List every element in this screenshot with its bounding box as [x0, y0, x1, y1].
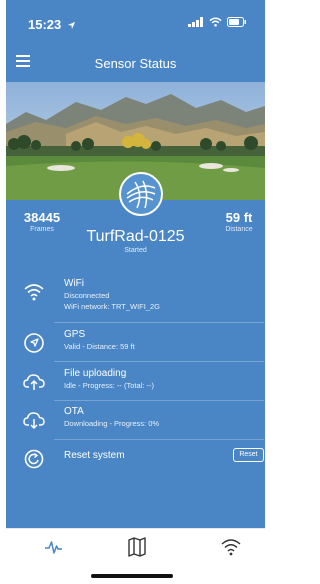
wifi-title: WiFi — [64, 278, 84, 289]
reset-system-row: Reset system Reset — [16, 445, 264, 471]
reset-system-title: Reset system — [64, 450, 125, 461]
file-uploading-row-text: File uploading Idle - Progress: -- (Tota… — [64, 368, 154, 391]
frames-value: 38445 — [23, 210, 61, 225]
ota-row[interactable]: OTA Downloading - Progress: 0% — [16, 406, 264, 432]
status-bar: 15:23 — [6, 0, 265, 46]
wifi-icon — [24, 284, 44, 301]
cloud-upload-icon — [23, 374, 45, 390]
wifi-tab-icon[interactable] — [219, 537, 243, 557]
divider — [54, 400, 264, 401]
distance-value: 59 ft — [225, 210, 253, 225]
gps-status: Valid - Distance: 59 ft — [64, 342, 135, 351]
ota-status: Downloading - Progress: 0% — [64, 419, 160, 428]
divider — [54, 439, 264, 440]
gps-title: GPS — [64, 329, 86, 340]
gps-row[interactable]: GPS Valid - Distance: 59 ft — [16, 329, 264, 355]
activity-icon[interactable] — [44, 537, 68, 557]
page-title: Sensor Status — [94, 56, 177, 71]
ota-row-text: OTA Downloading - Progress: 0% — [64, 406, 159, 429]
file-uploading-status: Idle - Progress: -- (Total: --) — [64, 381, 155, 390]
battery-icon — [227, 17, 246, 27]
ota-title: OTA — [64, 406, 84, 417]
navigation-bar: Sensor Status — [6, 46, 265, 82]
wifi-row-text: WiFi Disconnected WiFi network: TRT_WIFI… — [64, 278, 160, 312]
navigation-icon — [24, 333, 44, 353]
file-uploading-title: File uploading — [64, 368, 127, 379]
location-arrow-icon — [67, 21, 75, 30]
map-icon[interactable] — [125, 537, 149, 557]
wifi-network: WiFi network: TRT_WIFI_2G — [64, 302, 160, 311]
gps-row-text: GPS Valid - Distance: 59 ft — [64, 329, 135, 352]
restart-icon — [24, 449, 44, 469]
cellular-signal-icon — [188, 17, 203, 27]
tab-bar — [6, 528, 265, 568]
status-time: 15:23 — [28, 17, 76, 32]
divider — [54, 361, 264, 362]
reset-system-row-text: Reset system — [64, 445, 125, 461]
reset-button[interactable]: Reset — [233, 448, 264, 462]
device-status: Started — [124, 247, 147, 254]
wifi-row[interactable]: WiFi Disconnected WiFi network: TRT_WIFI… — [16, 278, 264, 312]
wifi-status-icon — [209, 17, 222, 27]
cloud-download-icon — [23, 412, 45, 430]
file-uploading-row[interactable]: File uploading Idle - Progress: -- (Tota… — [16, 368, 264, 394]
divider — [54, 322, 264, 323]
turfrad-logo-icon — [119, 172, 163, 216]
app-screen: 15:23 Sensor Status 38445 Frames 59 ft D… — [6, 0, 265, 584]
home-indicator — [91, 574, 173, 578]
wifi-status: Disconnected — [64, 291, 110, 300]
device-name: TurfRad-0125 — [86, 228, 185, 245]
status-indicators — [188, 17, 247, 27]
clock-text: 15:23 — [28, 17, 62, 32]
